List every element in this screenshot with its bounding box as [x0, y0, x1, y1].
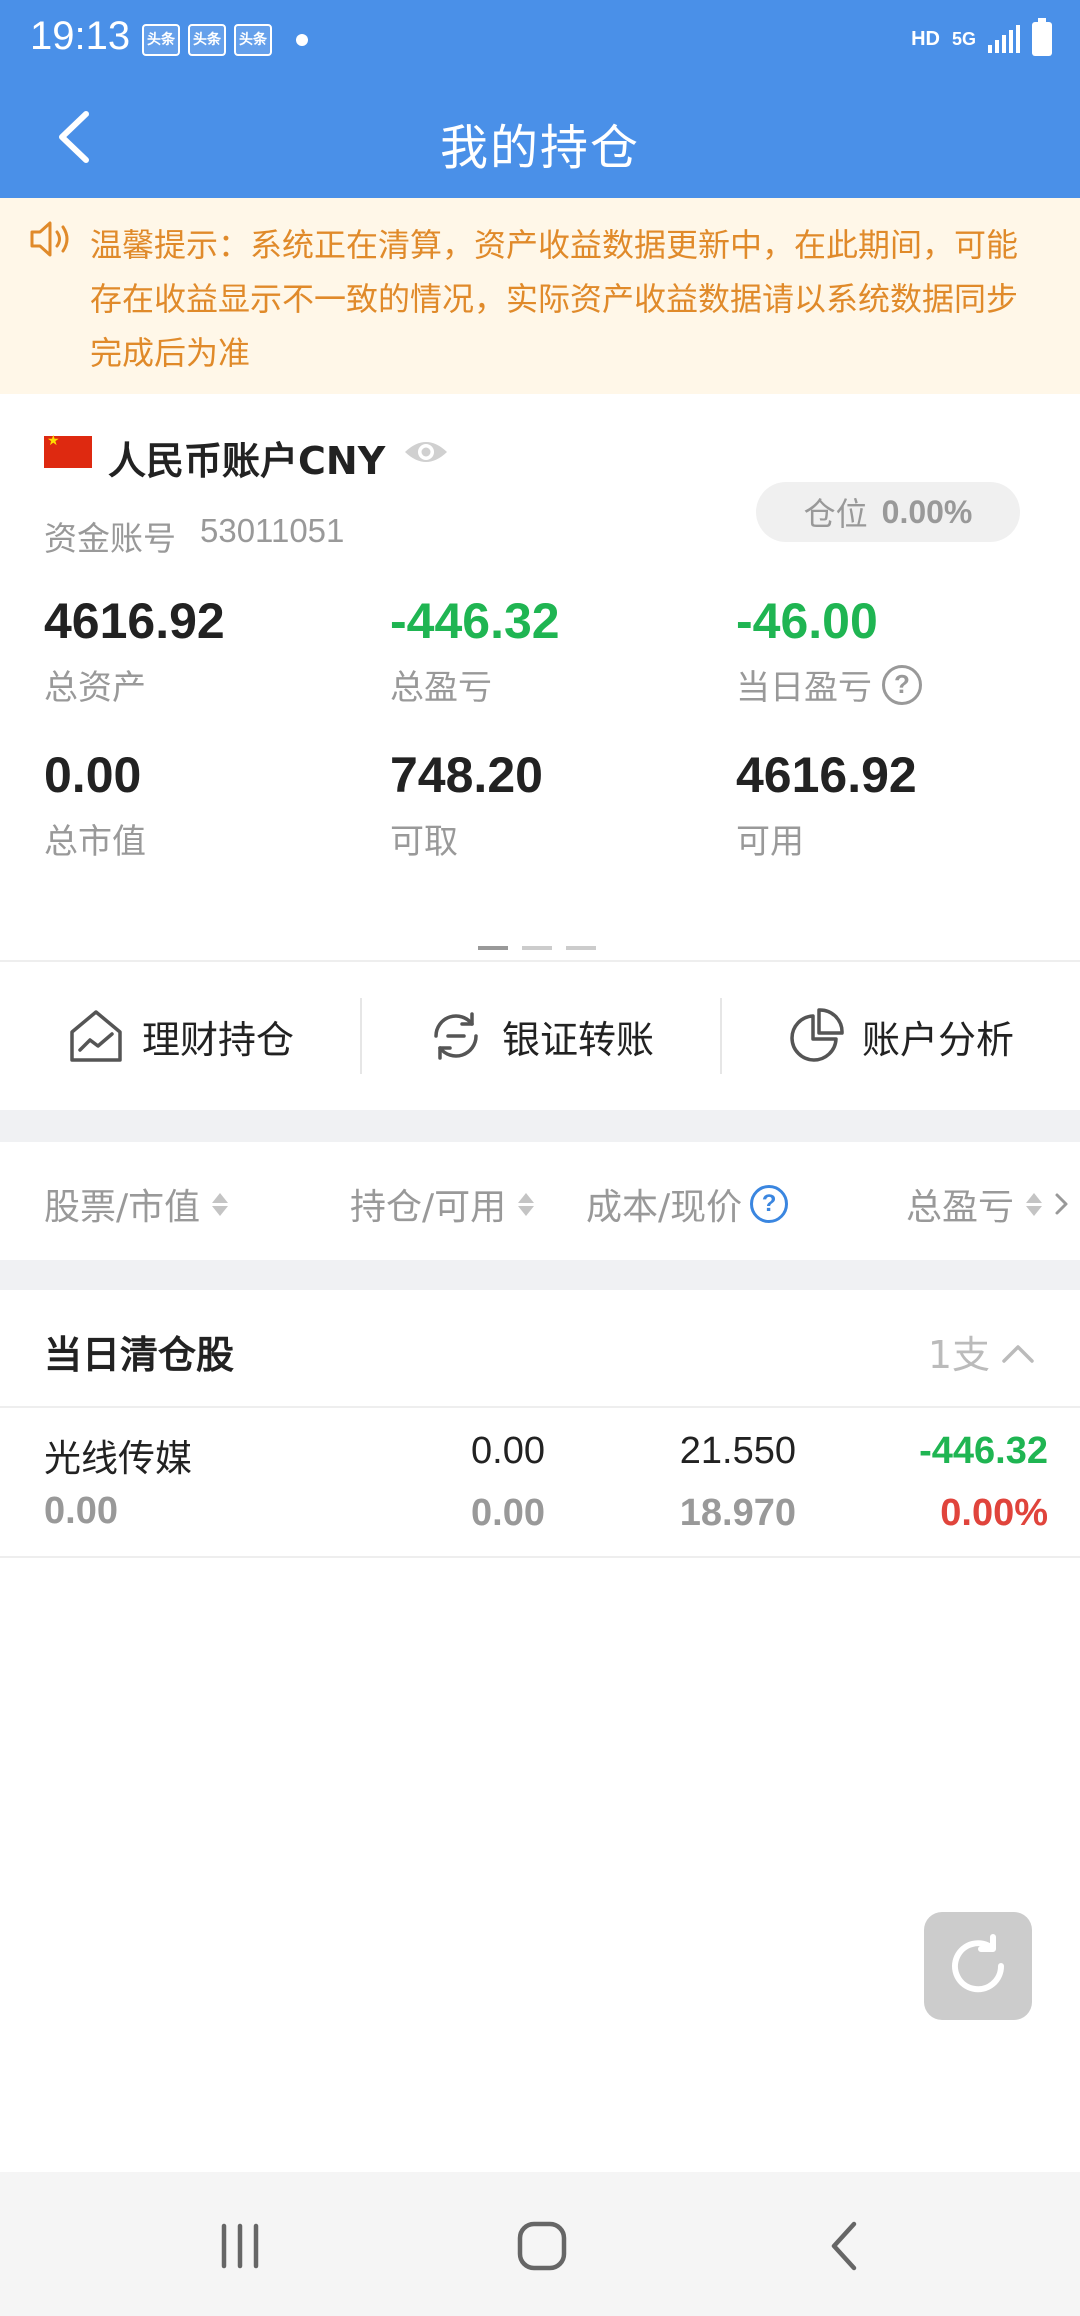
metric-total-assets: 4616.92 总资产	[44, 592, 364, 709]
metric-label: 总资产	[44, 668, 146, 708]
action-label: 理财持仓	[141, 1017, 294, 1062]
china-flag-icon	[44, 433, 92, 468]
metric-value: -446.32	[390, 593, 560, 649]
more-notifications-dot-icon	[296, 34, 308, 46]
fund-account-number: 53011051	[200, 512, 345, 549]
toutiao-notification-icon: 头条	[142, 24, 180, 56]
recent-apps-icon[interactable]	[210, 2216, 270, 2276]
help-icon[interactable]: ?	[882, 664, 922, 705]
column-header: 成本/现价	[586, 1187, 743, 1228]
bank-securities-transfer-button[interactable]: 银证转账	[360, 962, 720, 1110]
current-price: 18.970	[679, 1492, 796, 1534]
chevron-right-icon[interactable]	[1050, 1192, 1074, 1216]
status-time: 19:13	[30, 14, 131, 58]
system-notice-banner: 温馨提示：系统正在清算，资产收益数据更新中，在此期间，可能存在收益显示不一致的情…	[0, 198, 1080, 394]
status-bar: 19:13 头条 头条 头条 HD 5G	[0, 0, 1080, 80]
position-ratio-badge: 仓位 0.00%	[756, 482, 1020, 542]
metric-label: 可用	[736, 822, 804, 862]
stock-market-value: 0.00	[44, 1490, 118, 1532]
section-title: 当日清仓股	[44, 1333, 235, 1377]
system-back-icon[interactable]	[816, 2216, 876, 2276]
position-label: 仓位	[803, 495, 868, 533]
pie-chart-icon	[790, 1008, 844, 1062]
speaker-icon	[30, 221, 69, 257]
page-dot	[566, 946, 596, 950]
transfer-cycle-icon	[434, 1012, 478, 1060]
metric-label: 可取	[390, 822, 458, 862]
action-label: 账户分析	[861, 1017, 1014, 1062]
sort-position-available[interactable]: 持仓/可用	[350, 1178, 535, 1230]
metric-value: 4616.92	[44, 593, 225, 649]
metric-label: 当日盈亏	[736, 668, 872, 708]
network-type: 5G	[951, 29, 976, 49]
action-label: 银证转账	[501, 1017, 654, 1062]
wealth-holdings-button[interactable]: 理财持仓	[0, 962, 360, 1110]
cost-price-column-header: 成本/现价 ?	[586, 1178, 789, 1230]
notification-icons: 头条 头条 头条	[142, 24, 272, 56]
section-count: 1支	[928, 1324, 1038, 1379]
sort-total-pl[interactable]: 总盈亏	[906, 1178, 1074, 1230]
account-name: 人民币账户CNY	[108, 439, 386, 483]
table-row[interactable]: 光线传媒 0.00 0.00 0.00 21.550 18.970 -446.3…	[0, 1410, 1080, 1558]
holdings-table-header: 股票/市值 持仓/可用 成本/现价 ? 总盈亏	[0, 1142, 1080, 1260]
sort-stock-market-value[interactable]: 股票/市值	[44, 1178, 229, 1230]
metric-value: 4616.92	[736, 747, 917, 803]
metric-label: 总盈亏	[390, 668, 492, 708]
account-analysis-button[interactable]: 账户分析	[720, 962, 1080, 1110]
metric-label: 总市值	[44, 822, 146, 862]
page-dot	[478, 946, 508, 950]
house-chart-icon	[70, 1010, 122, 1062]
cleared-stocks-section-header[interactable]: 当日清仓股 1支	[0, 1290, 1080, 1408]
status-indicators: HD 5G	[911, 18, 1052, 56]
column-header: 总盈亏	[906, 1187, 1015, 1228]
cost-price: 21.550	[679, 1430, 796, 1472]
section-gap	[0, 1110, 1080, 1142]
column-header: 股票/市值	[44, 1187, 201, 1228]
card-page-indicator[interactable]	[478, 946, 596, 950]
metric-total-pl: -446.32 总盈亏	[390, 592, 710, 709]
signal-strength-icon	[988, 25, 1020, 53]
chevron-up-icon	[1002, 1344, 1034, 1363]
stock-name: 光线传媒	[44, 1437, 192, 1480]
sort-arrows-icon	[212, 1192, 229, 1216]
metric-withdrawable: 748.20 可取	[390, 746, 710, 863]
page-dot	[522, 946, 552, 950]
available-qty: 0.00	[471, 1492, 545, 1534]
position-value: 0.00%	[881, 493, 973, 530]
notice-text: 温馨提示：系统正在清算，资产收益数据更新中，在此期间，可能存在收益显示不一致的情…	[90, 226, 1019, 372]
section-gap	[0, 1260, 1080, 1290]
eye-visibility-icon[interactable]	[402, 436, 450, 468]
sort-arrows-icon	[1026, 1192, 1043, 1216]
account-summary-card: 人民币账户CNY 资金账号 53011051 仓位 0.00% 4616.92 …	[0, 394, 1080, 960]
fund-account-label: 资金账号	[44, 519, 176, 558]
position-qty: 0.00	[471, 1430, 545, 1472]
refresh-icon	[952, 1934, 1005, 1993]
metric-value: 748.20	[390, 747, 543, 803]
page-title: 我的持仓	[439, 120, 640, 176]
home-icon[interactable]	[512, 2216, 572, 2276]
metric-market-value: 0.00 总市值	[44, 746, 364, 863]
metric-daily-pl: -46.00 当日盈亏 ?	[736, 592, 1056, 709]
column-header: 持仓/可用	[350, 1187, 507, 1228]
metric-available: 4616.92 可用	[736, 746, 1056, 863]
metric-value: -46.00	[736, 593, 878, 649]
total-pl-percent: 0.00%	[940, 1492, 1048, 1534]
system-navigation-bar	[0, 2172, 1080, 2316]
hd-indicator: HD	[911, 27, 940, 50]
refresh-button[interactable]	[924, 1912, 1032, 2020]
section-count-text: 1支	[927, 1333, 990, 1377]
metric-value: 0.00	[44, 747, 142, 803]
quick-actions: 理财持仓 银证转账 账户分析	[0, 962, 1080, 1110]
title-bar: 我的持仓	[0, 80, 1080, 198]
battery-icon	[1032, 18, 1052, 56]
total-pl: -446.32	[919, 1430, 1048, 1472]
toutiao-notification-icon: 头条	[234, 24, 272, 56]
sort-arrows-icon	[518, 1192, 535, 1216]
toutiao-notification-icon: 头条	[188, 24, 226, 56]
help-icon[interactable]: ?	[750, 1185, 789, 1223]
